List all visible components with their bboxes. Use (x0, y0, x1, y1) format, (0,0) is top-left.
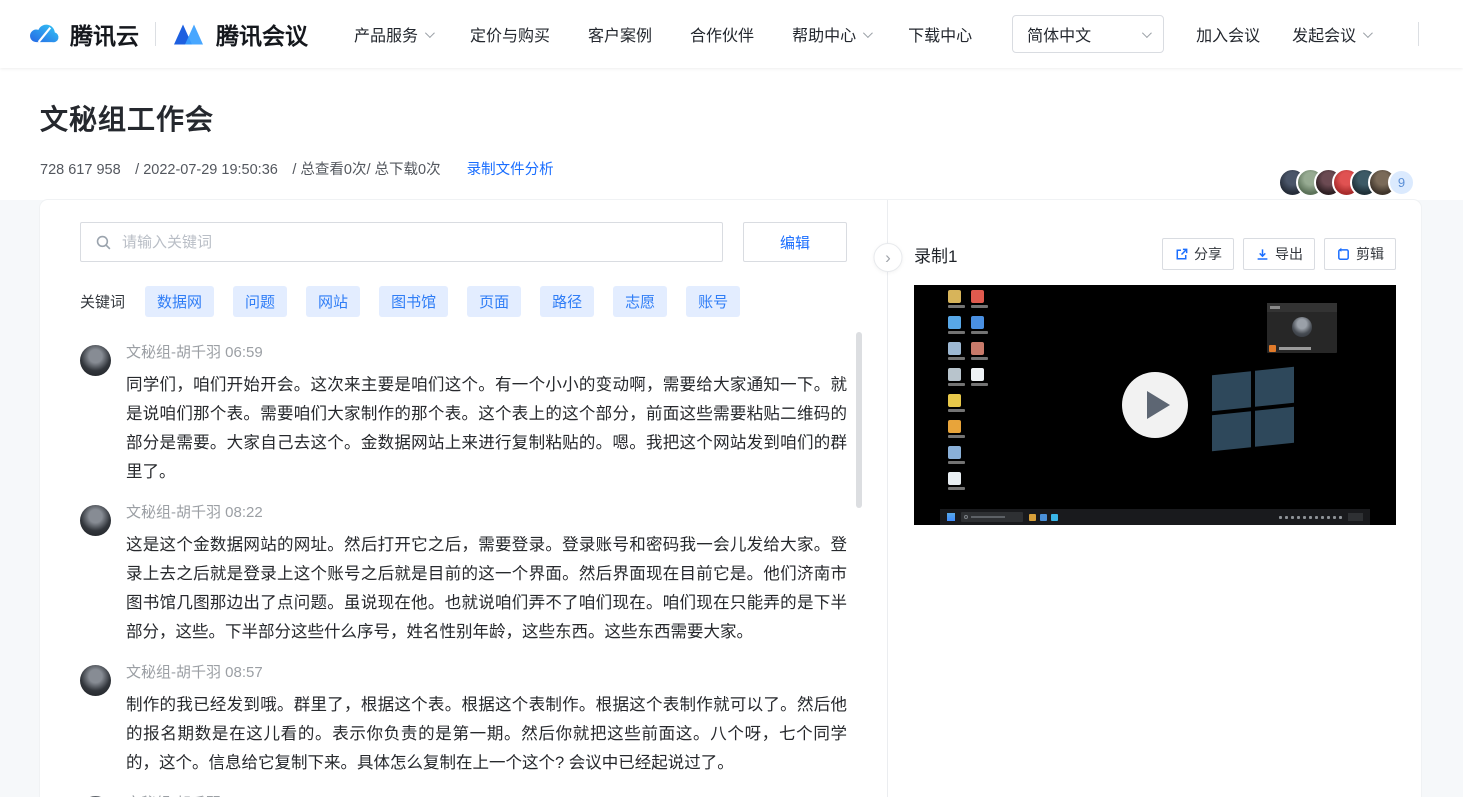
play-icon (1147, 391, 1170, 419)
windows-logo (1212, 367, 1294, 452)
desktop-icon (948, 316, 965, 334)
message-text: 这是这个金数据网站的网址。然后打开它之后，需要登录。登录账号和密码我一会儿发给大… (126, 531, 847, 647)
participant-avatar (1292, 317, 1312, 337)
page-header: 文秘组工作会 728 617 958 / 2022-07-29 19:50:36… (0, 68, 1463, 200)
navbar-item[interactable]: 产品服务 (354, 22, 432, 46)
desktop-icon (971, 342, 988, 360)
desktop-icon (948, 368, 965, 386)
speaker-avatar (80, 665, 111, 696)
start-meeting-link[interactable]: 发起会议 (1292, 22, 1370, 46)
chevron-down-icon (863, 28, 873, 38)
transcript-message: 文秘组-胡千羽 08:57 制作的我已经发到哦。群里了，根据这个表。根据这个表制作… (80, 663, 847, 778)
clip-recording-button[interactable]: 剪辑 (1324, 238, 1396, 270)
desktop-icon (948, 342, 965, 360)
video-player-thumbnail[interactable] (914, 285, 1396, 525)
chevron-down-icon (1142, 28, 1152, 38)
keywords-row: 关键词 数据网问题网站图书馆页面路径志愿账号 (80, 286, 847, 317)
speaker-avatar (80, 345, 111, 376)
navbar-item[interactable]: 客户案例 (588, 22, 652, 46)
participant-avatar-stack[interactable]: 9 (1278, 168, 1415, 197)
desktop-icon (948, 420, 965, 438)
divider (1418, 22, 1419, 46)
participant-count-badge: 9 (1388, 169, 1415, 196)
keyword-tag[interactable]: 数据网 (145, 286, 214, 317)
top-navbar: 腾讯云 腾讯会议 产品服务 定价与购买 客户案例 合作伙伴 帮助中心 下载中心 简体中文 … (0, 0, 1463, 68)
share-icon (1174, 247, 1189, 262)
chevron-down-icon (425, 28, 435, 38)
chevron-down-icon (1363, 28, 1373, 38)
meeting-meta: 728 617 958 / 2022-07-29 19:50:36 / 总查看0… (40, 158, 1421, 179)
speaker-name-time: 文秘组-胡千羽 06:59 (126, 343, 847, 363)
cloud-logo-icon (26, 21, 62, 47)
windows-start-icon (947, 513, 955, 521)
language-select-value: 简体中文 (1027, 22, 1091, 46)
navbar-item[interactable]: 帮助中心 (792, 22, 870, 46)
language-select[interactable]: 简体中文 (1012, 15, 1164, 53)
brand-meeting-label: 腾讯会议 (216, 17, 308, 51)
windows-taskbar (940, 509, 1370, 525)
transcript-message: 文秘组-胡千羽 08:22 这是这个金数据网站的网址。然后打开它之后，需要登录。登… (80, 503, 847, 647)
message-text: 同学们，咱们开始开会。这次来主要是咱们这个。有一个小小的变动啊，需要给大家通知一… (126, 371, 847, 487)
recording-actions: 分享 导出 剪辑 (1162, 238, 1396, 270)
meeting-logo-icon (172, 22, 208, 47)
recording-panel: 录制1 分享 导出 (888, 200, 1422, 797)
share-recording-button[interactable]: 分享 (1162, 238, 1234, 270)
desktop-icon (948, 472, 965, 490)
recording-title: 录制1 (914, 242, 957, 267)
desktop-icon (971, 368, 988, 386)
edit-button[interactable]: 编辑 (743, 222, 847, 262)
brand-cloud-label: 腾讯云 (70, 17, 139, 51)
transcript-panel: 编辑 关键词 数据网问题网站图书馆页面路径志愿账号 文秘组-胡千羽 06:59 同… (40, 200, 888, 797)
tencent-meeting-logo[interactable]: 腾讯会议 (172, 17, 308, 51)
navbar-item[interactable]: 合作伙伴 (690, 22, 754, 46)
desktop-icon (971, 290, 988, 308)
main-area: 编辑 关键词 数据网问题网站图书馆页面路径志愿账号 文秘组-胡千羽 06:59 同… (0, 200, 1463, 797)
content-card: 编辑 关键词 数据网问题网站图书馆页面路径志愿账号 文秘组-胡千羽 06:59 同… (40, 200, 1421, 797)
divider (155, 22, 156, 46)
mic-status-icon (1269, 345, 1276, 352)
keyword-tag[interactable]: 账号 (686, 286, 740, 317)
transcript-message: 文秘组-胡千羽 06:59 同学们，咱们开始开会。这次来主要是咱们这个。有一个小小… (80, 343, 847, 487)
keyword-tag[interactable]: 页面 (467, 286, 521, 317)
play-button[interactable] (1122, 372, 1188, 438)
keyword-tag[interactable]: 路径 (540, 286, 594, 317)
search-input[interactable] (122, 234, 708, 251)
meeting-meta-text: 728 617 958 / 2022-07-29 19:50:36 / 总查看0… (40, 158, 441, 179)
tencent-cloud-logo[interactable]: 腾讯云 (26, 17, 139, 51)
export-recording-button[interactable]: 导出 (1243, 238, 1315, 270)
speaker-name-time: 文秘组-胡千羽 08:57 (126, 663, 847, 683)
speaker-name-time: 文秘组-胡千羽 08:22 (126, 503, 847, 523)
desktop-icon (971, 316, 988, 334)
keyword-tag[interactable]: 志愿 (613, 286, 667, 317)
message-text: 制作的我已经发到哦。群里了，根据这个表。根据这个表制作。根据这个表制作就可以了。… (126, 691, 847, 778)
chevron-right-icon: › (885, 248, 891, 268)
navbar-item[interactable]: 定价与购买 (470, 22, 550, 46)
scrollbar-thumb[interactable] (856, 332, 862, 508)
recording-analysis-link[interactable]: 录制文件分析 (467, 158, 554, 179)
keyword-search-box (80, 222, 723, 262)
search-icon (95, 234, 112, 251)
transcript-messages: 文秘组-胡千羽 06:59 同学们，咱们开始开会。这次来主要是咱们这个。有一个小小… (80, 343, 847, 797)
participant-video-overlay (1267, 303, 1337, 353)
join-meeting-link[interactable]: 加入会议 (1196, 22, 1260, 46)
collapse-panel-button[interactable]: › (874, 243, 903, 272)
navbar-menu: 产品服务 定价与购买 客户案例 合作伙伴 帮助中心 下载中心 (354, 22, 972, 46)
download-icon (1255, 247, 1270, 262)
taskbar-search (961, 512, 1023, 522)
navbar-right: 简体中文 加入会议 发起会议 用户中心 (972, 15, 1463, 53)
desktop-icon (948, 290, 965, 308)
navbar-item[interactable]: 下载中心 (908, 22, 972, 46)
clip-icon (1336, 247, 1351, 262)
speaker-avatar (80, 505, 111, 536)
page-title: 文秘组工作会 (40, 98, 1421, 138)
keywords-label: 关键词 (80, 291, 125, 312)
keyword-tag[interactable]: 问题 (233, 286, 287, 317)
keyword-tag[interactable]: 图书馆 (379, 286, 448, 317)
desktop-icon (948, 446, 965, 464)
keyword-tag[interactable]: 网站 (306, 286, 360, 317)
desktop-icon (948, 394, 965, 412)
